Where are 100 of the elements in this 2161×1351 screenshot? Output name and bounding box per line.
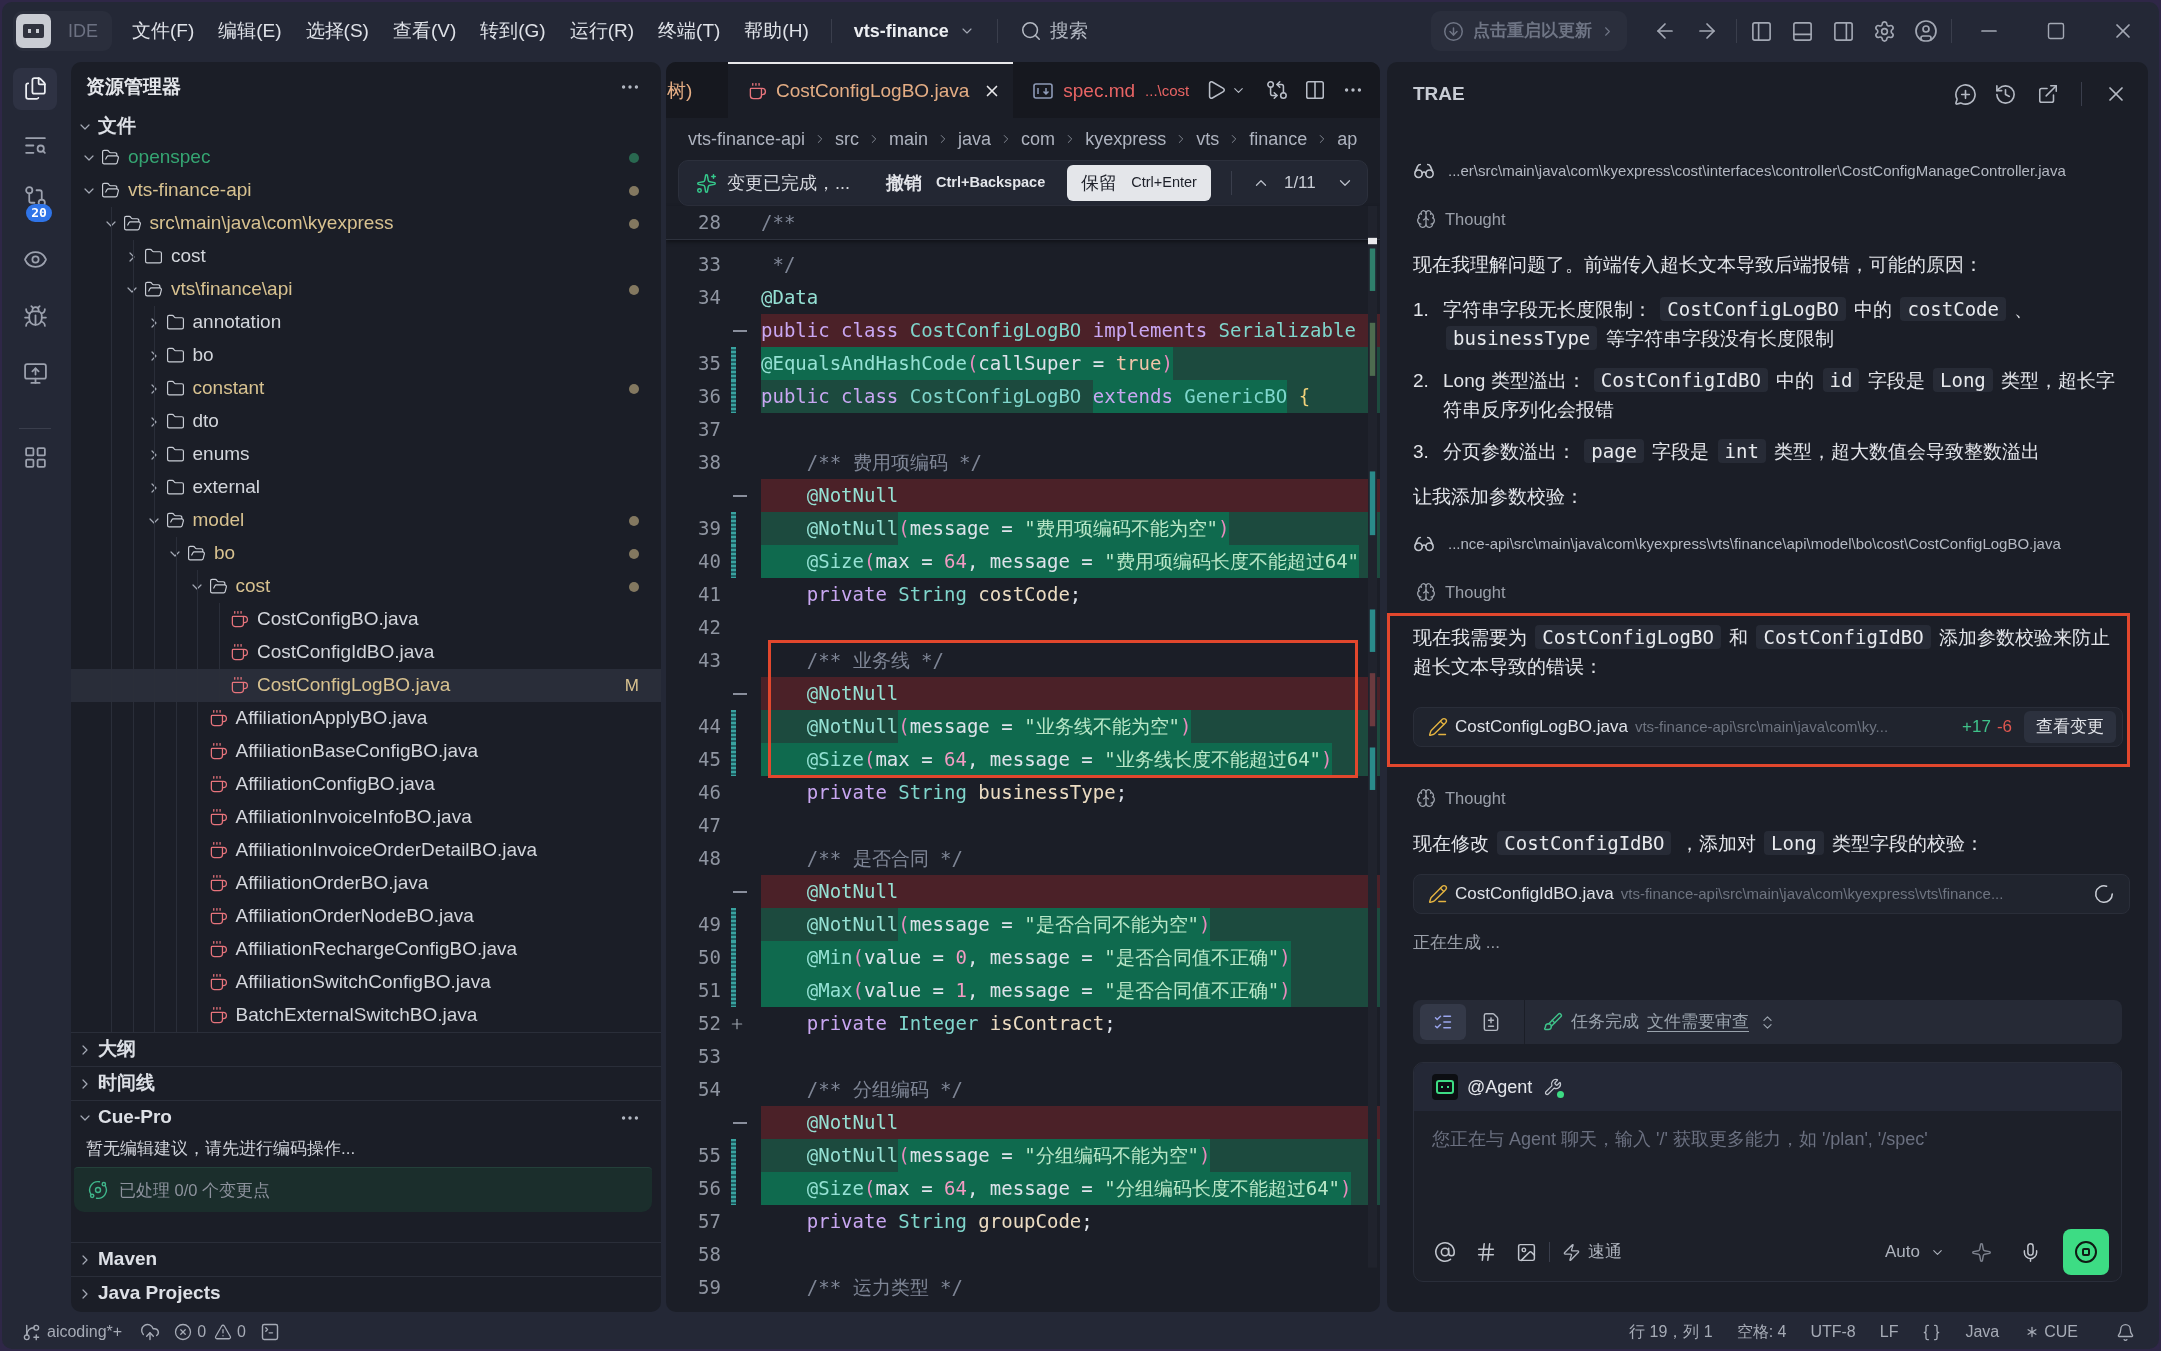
tree-item[interactable]: AffiliationInvoiceOrderDetailBO.java [71, 834, 661, 867]
breadcrumb-item[interactable]: main [889, 125, 929, 153]
panel-header[interactable]: Maven [71, 1243, 661, 1276]
history-icon[interactable] [1994, 82, 2017, 106]
tree-item[interactable]: CostConfigIdBO.java [71, 636, 661, 669]
error-count[interactable]: 0 [197, 1320, 207, 1344]
split-editor-icon[interactable] [1304, 79, 1326, 101]
branch-name[interactable]: aicoding*+ [47, 1320, 123, 1344]
undo-button[interactable]: 撤销 Ctrl+Backspace [886, 169, 1046, 197]
view-changes-button[interactable]: 查看变更 [2024, 711, 2116, 743]
thought-label[interactable]: Thought [1445, 206, 1506, 232]
project-selector[interactable]: vts-finance [853, 17, 975, 45]
account-icon[interactable] [1914, 19, 1938, 43]
activity-item[interactable] [13, 67, 57, 110]
search-field[interactable]: 搜索 [1049, 16, 1110, 46]
braces-icon[interactable] [1922, 1322, 1942, 1342]
tree-item[interactable]: AffiliationConfigBO.java [71, 768, 661, 801]
panel-header[interactable]: Java Projects [71, 1277, 661, 1310]
editor-tab[interactable]: CostConfigLogBO.java [728, 62, 1014, 118]
at-sign-icon[interactable] [1434, 1241, 1456, 1263]
menu-item[interactable]: 编辑(E) [218, 16, 282, 46]
review-link[interactable]: 文件需要审查 [1647, 1009, 1749, 1035]
file-change-card[interactable]: CostConfigLogBO.java vts-finance-api\src\main\java\com\ky... +17 -6 查看变更 [1413, 707, 2123, 747]
editor-tab[interactable]: 树) [666, 62, 728, 118]
breadcrumb-item[interactable]: com [1021, 125, 1056, 153]
message-input[interactable]: 您正在与 Agent 聊天，输入 '/' 获取更多能力，如 '/plan', '/spec' [1414, 1111, 2121, 1223]
menu-item[interactable]: 转到(G) [480, 16, 546, 46]
menu-item[interactable]: 文件(F) [132, 16, 195, 46]
tree-item[interactable]: CostConfigBO.java [71, 603, 661, 636]
extension-status[interactable]: CUE [2044, 1320, 2078, 1344]
panel-header[interactable]: 大纲 [71, 1033, 661, 1066]
mode-button[interactable]: 速通 [1562, 1239, 1622, 1265]
panel-right-icon[interactable] [1832, 19, 1855, 43]
image-icon[interactable] [1516, 1241, 1537, 1263]
line-ending[interactable]: LF [1879, 1320, 1899, 1344]
compare-icon[interactable] [1266, 79, 1288, 101]
activity-item[interactable]: 20 [13, 181, 57, 224]
breadcrumb-item[interactable]: kyexpress [1085, 125, 1167, 153]
tree-item[interactable]: cost [71, 570, 661, 603]
view-toggle[interactable] [1420, 1004, 1466, 1040]
tree-item[interactable]: vts-finance-api [71, 174, 661, 207]
tree-item[interactable]: AffiliationOrderNodeBO.java [71, 900, 661, 933]
breadcrumb-item[interactable]: vts-finance-api [688, 125, 806, 153]
tree-item[interactable]: CostConfigLogBO.java M [71, 669, 661, 702]
menu-item[interactable]: 运行(R) [569, 16, 635, 46]
stop-button[interactable] [2063, 1229, 2109, 1275]
encoding[interactable]: UTF-8 [1810, 1320, 1856, 1344]
tree-item[interactable]: BatchExternalSwitchBO.java [71, 999, 661, 1032]
panel-left-icon[interactable] [1750, 19, 1773, 43]
editor-tab[interactable]: spec.md ...\cost [1013, 62, 1202, 118]
settings-icon[interactable] [1873, 19, 1896, 43]
tree-item[interactable]: model [71, 504, 661, 537]
panel-bottom-icon[interactable] [1791, 19, 1814, 43]
external-link-icon[interactable] [2037, 83, 2059, 105]
tree-item[interactable]: annotation [71, 306, 661, 339]
terminal-icon[interactable] [260, 1322, 280, 1342]
agent-name[interactable]: @Agent [1467, 1073, 1533, 1101]
file-change-card[interactable]: CostConfigIdBO.java vts-finance-api\src\main\java\com\kyexpress\vts\finance... [1413, 874, 2130, 914]
breadcrumb-item[interactable]: vts [1196, 125, 1220, 153]
tree-item[interactable]: openspec [71, 141, 661, 174]
language-mode[interactable]: Java [1965, 1320, 2000, 1344]
tree-item[interactable]: AffiliationOrderBO.java [71, 867, 661, 900]
indentation[interactable]: 空格: 4 [1736, 1320, 1787, 1344]
tree-item[interactable]: bo [71, 339, 661, 372]
composer-panel[interactable]: @Agent 您正在与 Agent 聊天，输入 '/' 获取更多能力，如 '/plan', '/spec' 速通 Auto [1413, 1062, 2122, 1282]
branch-icon[interactable] [22, 1322, 41, 1342]
menu-item[interactable]: 终端(T) [658, 16, 721, 46]
model-selector[interactable]: Auto [1885, 1239, 1945, 1265]
bell-icon[interactable] [2116, 1322, 2135, 1342]
tree-item[interactable]: AffiliationApplyBO.java [71, 702, 661, 735]
thought-label[interactable]: Thought [1445, 579, 1506, 605]
menu-item[interactable]: 帮助(H) [744, 16, 809, 46]
tree-item[interactable]: dto [71, 405, 661, 438]
panel-header[interactable]: 时间线 [71, 1067, 661, 1100]
tree-item[interactable]: bo [71, 537, 661, 570]
tree-item[interactable]: external [71, 471, 661, 504]
breadcrumb-item[interactable]: ap [1337, 125, 1358, 153]
breadcrumb-item[interactable]: finance [1249, 125, 1308, 153]
sparkle-icon[interactable] [1971, 1241, 1992, 1263]
tree-item[interactable]: AffiliationInvoiceInfoBO.java [71, 801, 661, 834]
menu-item[interactable]: 选择(S) [305, 16, 369, 46]
wrench-icon[interactable] [1542, 1076, 1565, 1098]
menu-item[interactable]: 查看(V) [392, 16, 457, 46]
section-header[interactable]: 文件 [71, 112, 661, 141]
tree-item[interactable]: enums [71, 438, 661, 471]
hash-icon[interactable] [1475, 1241, 1497, 1263]
tree-item[interactable]: AffiliationSwitchConfigBO.java [71, 966, 661, 999]
panel-header[interactable]: Cue-Pro [71, 1101, 661, 1134]
cursor-position[interactable]: 行 19，列 1 [1629, 1320, 1713, 1344]
keep-button[interactable]: 保留 Ctrl+Enter [1067, 165, 1211, 201]
tree-item[interactable]: constant [71, 372, 661, 405]
maximize-icon[interactable] [2046, 21, 2066, 41]
breadcrumb-item[interactable]: src [835, 125, 860, 153]
tree-item[interactable]: cost [71, 240, 661, 273]
cloud-upload-icon[interactable] [140, 1322, 161, 1342]
tree-item[interactable]: AffiliationBaseConfigBO.java [71, 735, 661, 768]
thought-label[interactable]: Thought [1445, 785, 1506, 811]
tree-item[interactable]: src\main\java\com\kyexpress [71, 207, 661, 240]
warning-count[interactable]: 0 [237, 1320, 246, 1344]
breadcrumb-item[interactable]: java [958, 125, 992, 153]
